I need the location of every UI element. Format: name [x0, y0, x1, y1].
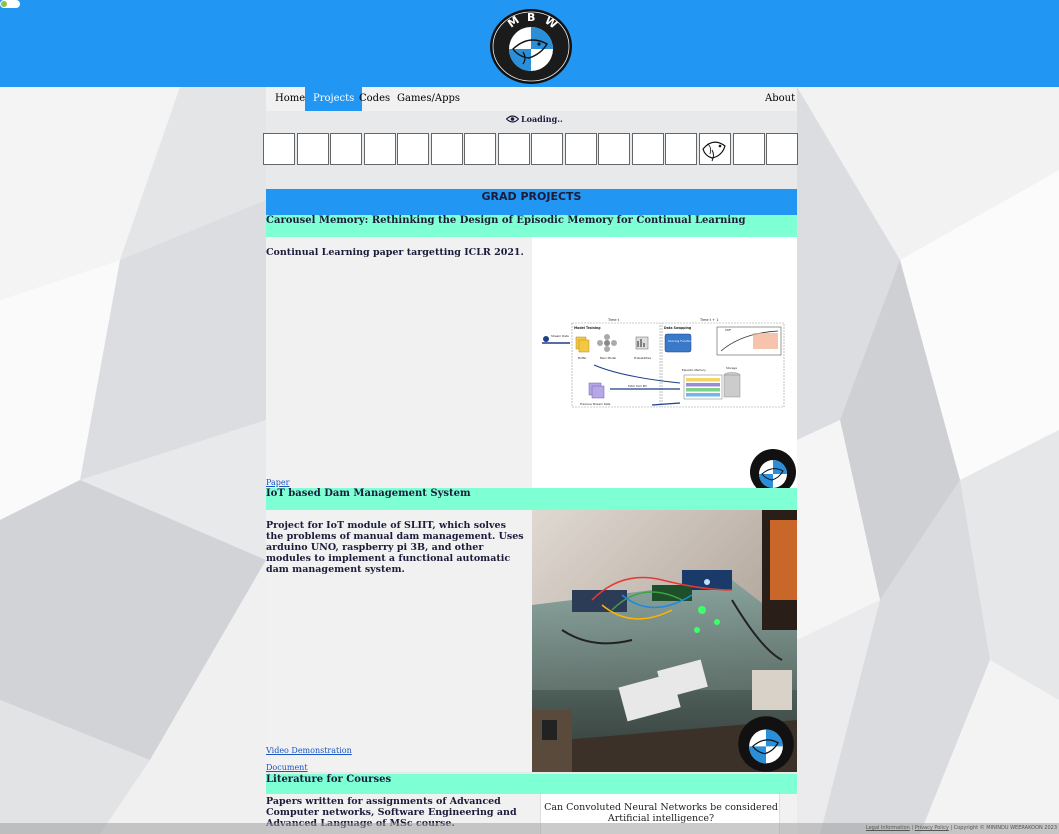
tile[interactable] — [464, 133, 496, 165]
tile[interactable] — [431, 133, 463, 165]
footer: Legal Information | Privacy Policy | Cop… — [0, 823, 1059, 834]
mbw-badge — [738, 716, 794, 772]
project-description: Project for IoT module of SLIIT, which s… — [266, 520, 524, 575]
nav-about[interactable]: About — [757, 87, 803, 111]
main-nav: Home Projects Codes Games/Apps About — [266, 87, 797, 111]
tile[interactable] — [632, 133, 664, 165]
mbw-badge — [750, 449, 796, 488]
loading-text: Loading.. — [521, 114, 563, 124]
theme-toggle[interactable] — [0, 0, 20, 8]
diagram-main-model: Main Model — [600, 356, 616, 360]
tile[interactable] — [531, 133, 563, 165]
tile[interactable] — [397, 133, 429, 165]
privacy-link[interactable]: Privacy Policy — [915, 825, 949, 831]
tile-fish[interactable] — [699, 133, 731, 165]
project-title: Carousel Memory: Rethinking the Design o… — [266, 215, 797, 237]
tile[interactable] — [297, 133, 329, 165]
tile[interactable] — [598, 133, 630, 165]
diagram-episodic-memory: Episodic Memory — [682, 368, 706, 372]
video-demonstration-link[interactable]: Video Demonstration — [266, 746, 352, 755]
diagram-cdf: CDF — [725, 328, 731, 332]
mbw-logo[interactable]: M B W — [489, 8, 573, 85]
diagram-model-training: Model Training — [574, 326, 601, 330]
document-link[interactable]: Document — [266, 763, 308, 772]
diagram-time-t1: Time t + 1 — [699, 318, 718, 322]
tile[interactable] — [766, 133, 798, 165]
paper-link[interactable]: Paper — [266, 478, 289, 487]
diagram-data-swapping: Data Swapping — [664, 326, 692, 330]
project-image: Time t Time t + 1 Model Training Data Sw… — [532, 237, 797, 488]
footer-text: Legal Information | Privacy Policy | Cop… — [865, 825, 1057, 831]
logo-letter-b: B — [527, 11, 535, 24]
project-image — [532, 510, 797, 772]
tile[interactable] — [733, 133, 765, 165]
fish-icon — [702, 141, 726, 162]
section-title: GRAD PROJECTS — [266, 189, 797, 215]
tile[interactable] — [498, 133, 530, 165]
diagram-previous-stream: Previous Stream Data — [580, 402, 611, 406]
eye-icon — [506, 115, 519, 123]
tile[interactable] — [330, 133, 362, 165]
loading-indicator: Loading.. — [506, 114, 563, 124]
diagram-probabilities: Probabilities — [634, 356, 652, 360]
diagram-fetch: Fetch from EM — [628, 384, 647, 388]
diagram-scoring-function: Scoring Function — [668, 339, 693, 343]
nav-games[interactable]: Games/Apps — [389, 87, 468, 111]
project-info: Continual Learning paper targetting ICLR… — [266, 237, 532, 488]
document-preview-title: Can Convoluted Neural Networks be consid… — [544, 802, 778, 824]
project-description: Continual Learning paper targetting ICLR… — [266, 247, 524, 258]
tile[interactable] — [364, 133, 396, 165]
tile[interactable] — [565, 133, 597, 165]
header-bar: M B W — [0, 0, 1059, 87]
legal-link[interactable]: Legal Information — [866, 825, 910, 831]
tile[interactable] — [263, 133, 295, 165]
diagram-time-t: Time t — [607, 318, 620, 322]
copyright: Copyright © MININDU WEERAKOON 2023 — [953, 825, 1057, 831]
project-title: Literature for Courses — [266, 774, 797, 796]
project-info: Project for IoT module of SLIIT, which s… — [266, 510, 532, 772]
tile[interactable] — [665, 133, 697, 165]
project-title: IoT based Dam Management System — [266, 488, 797, 510]
diagram-stream-data: Stream Data — [551, 334, 569, 338]
diagram-buffer: Buffer — [578, 356, 587, 360]
diagram-storage: Storage — [726, 366, 737, 370]
